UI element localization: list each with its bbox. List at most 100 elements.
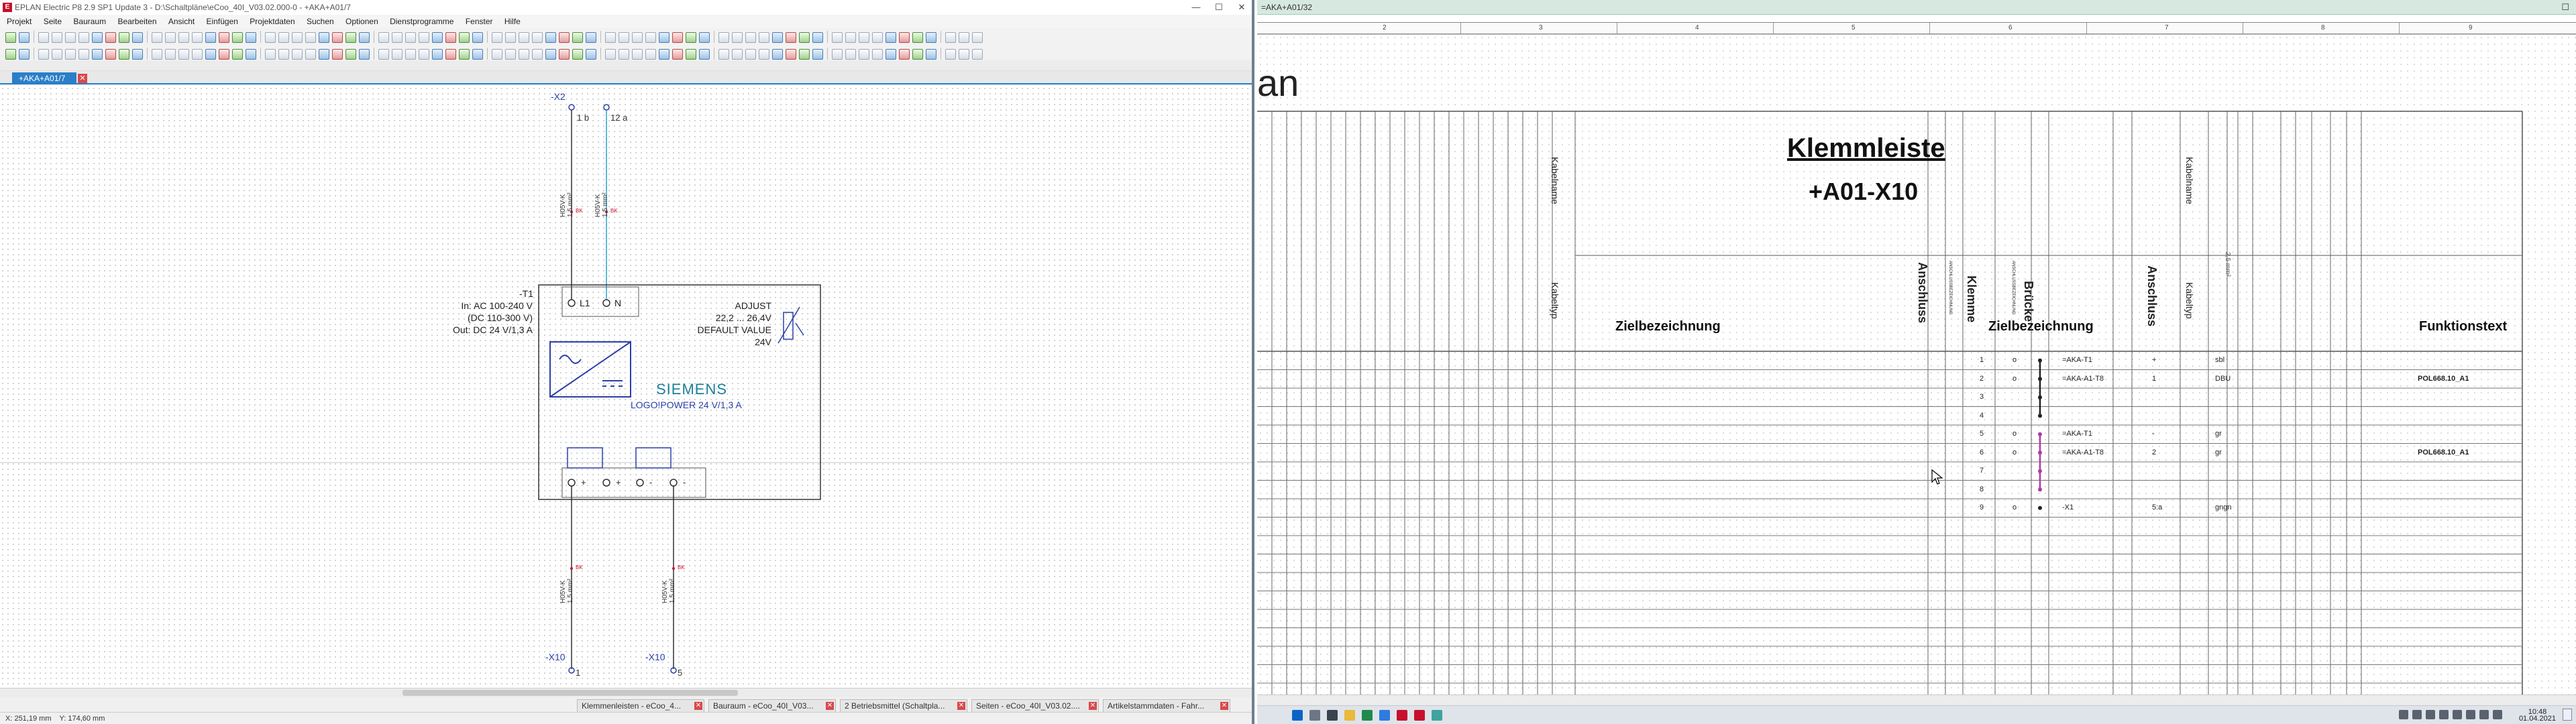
tray-icon[interactable] [2439,710,2449,719]
toolbar-button[interactable] [78,32,89,43]
toolbar-button[interactable] [699,32,710,43]
toolbar-button[interactable] [600,48,601,60]
tab-close-icon[interactable]: ✕ [957,702,965,710]
toolbar-button[interactable] [859,32,869,43]
menu-bearbeiten[interactable]: Bearbeiten [117,15,156,28]
toolbar-button[interactable] [845,32,856,43]
menu-bauraum[interactable]: Bauraum [73,15,106,28]
toolbar-button[interactable] [405,32,416,43]
toolbar-button[interactable] [345,49,356,60]
toolbar-button[interactable] [645,32,656,43]
pin-out-plus-1[interactable] [568,479,576,487]
toolbar-button[interactable] [445,32,456,43]
toolbar-button[interactable] [219,32,229,43]
tab-klemmenleisten[interactable]: Klemmenleisten - eCoo_4... ✕ [577,699,704,713]
toolbar-button[interactable] [232,49,243,60]
toolbar-button[interactable] [772,32,783,43]
toolbar-button[interactable] [78,49,89,60]
terminal-x2-12a[interactable] [603,104,610,111]
toolbar-button[interactable] [532,49,543,60]
toolbar-button[interactable] [152,32,162,43]
toolbar-button[interactable] [487,31,488,43]
toolbar-button[interactable] [278,49,289,60]
x10-label-2[interactable]: -X10 [645,652,665,662]
notification-icon[interactable] [2563,709,2572,721]
toolbar-button[interactable] [105,32,116,43]
toolbar-button[interactable] [65,32,76,43]
toolbar-button[interactable] [132,49,143,60]
x10-label-1[interactable]: -X10 [545,652,566,662]
toolbar-button[interactable] [786,32,796,43]
maximize-icon[interactable]: ☐ [2561,0,2569,15]
toolbar-button[interactable] [319,49,329,60]
toolbar-button[interactable] [38,32,49,43]
toolbar-button[interactable] [165,49,176,60]
preview-horizontal-scrollbar[interactable] [1257,695,2576,705]
toolbar-button[interactable] [672,49,683,60]
toolbar-button[interactable] [885,32,896,43]
toolbar-button[interactable] [205,32,216,43]
menu-dienstprogramme[interactable]: Dienstprogramme [390,15,453,28]
toolbar-button[interactable] [459,32,470,43]
toolbar-button[interactable] [586,32,596,43]
horizontal-scrollbar[interactable] [0,688,1252,697]
toolbar-button[interactable] [419,32,429,43]
toolbar-button[interactable] [732,32,743,43]
toolbar-button[interactable] [559,49,570,60]
toolbar-button[interactable] [392,49,402,60]
toolbar-button[interactable] [926,32,936,43]
toolbar-button[interactable] [812,49,823,60]
toolbar-button[interactable] [827,31,828,43]
toolbar-button[interactable] [832,49,843,60]
toolbar-button[interactable] [872,49,883,60]
toolbar-button[interactable] [686,49,696,60]
tray-icon[interactable] [2453,710,2462,719]
toolbar-button[interactable] [405,49,416,60]
menu-seite[interactable]: Seite [44,15,62,28]
toolbar-button[interactable] [812,32,823,43]
toolbar-button[interactable] [899,49,910,60]
menu-fenster[interactable]: Fenster [466,15,493,28]
toolbar-button[interactable] [519,49,529,60]
pin-l1[interactable] [568,299,576,307]
toolbar-button[interactable] [378,32,389,43]
toolbar-button[interactable] [92,49,103,60]
toolbar-button[interactable] [845,49,856,60]
toolbar-button[interactable] [832,32,843,43]
task-view-icon[interactable] [1327,710,1338,721]
toolbar-button[interactable] [246,49,256,60]
toolbar-button[interactable] [178,32,189,43]
toolbar-button[interactable] [378,49,389,60]
volume-icon[interactable] [2479,710,2489,719]
toolbar-button[interactable] [260,48,261,60]
preview-canvas[interactable]: an Klemmleiste +A01-X10 Kabelname Kabelt… [1257,34,2576,705]
toolbar-button[interactable] [65,49,76,60]
toolbar-button[interactable] [605,49,616,60]
toolbar-button[interactable] [972,32,983,43]
toolbar-button[interactable] [926,49,936,60]
pin-out-minus-2[interactable] [669,479,678,487]
toolbar-button[interactable] [745,32,756,43]
toolbar-button[interactable] [178,49,189,60]
toolbar-button[interactable] [632,32,643,43]
toolbar-button[interactable] [799,32,810,43]
menu-projektdaten[interactable]: Projektdaten [250,15,294,28]
toolbar-button[interactable] [19,32,30,43]
toolbar-button[interactable] [332,32,343,43]
toolbar-button[interactable] [119,32,129,43]
toolbar-button[interactable] [718,32,729,43]
toolbar-button[interactable] [219,49,229,60]
toolbar-button[interactable] [686,32,696,43]
toolbar-button[interactable] [759,49,769,60]
menu-hilfe[interactable]: Hilfe [504,15,521,28]
eplan-taskbar-icon[interactable] [1397,710,1407,721]
toolbar-button[interactable] [505,49,516,60]
keyboard-icon[interactable] [2493,710,2502,719]
toolbar-button[interactable] [745,49,756,60]
toolbar-button[interactable] [278,32,289,43]
close-icon[interactable]: ✕ [1230,0,1252,15]
pin-out-plus-2[interactable] [602,479,610,487]
toolbar-button[interactable] [246,32,256,43]
toolbar-button[interactable] [152,49,162,60]
toolbar-button[interactable] [105,49,116,60]
